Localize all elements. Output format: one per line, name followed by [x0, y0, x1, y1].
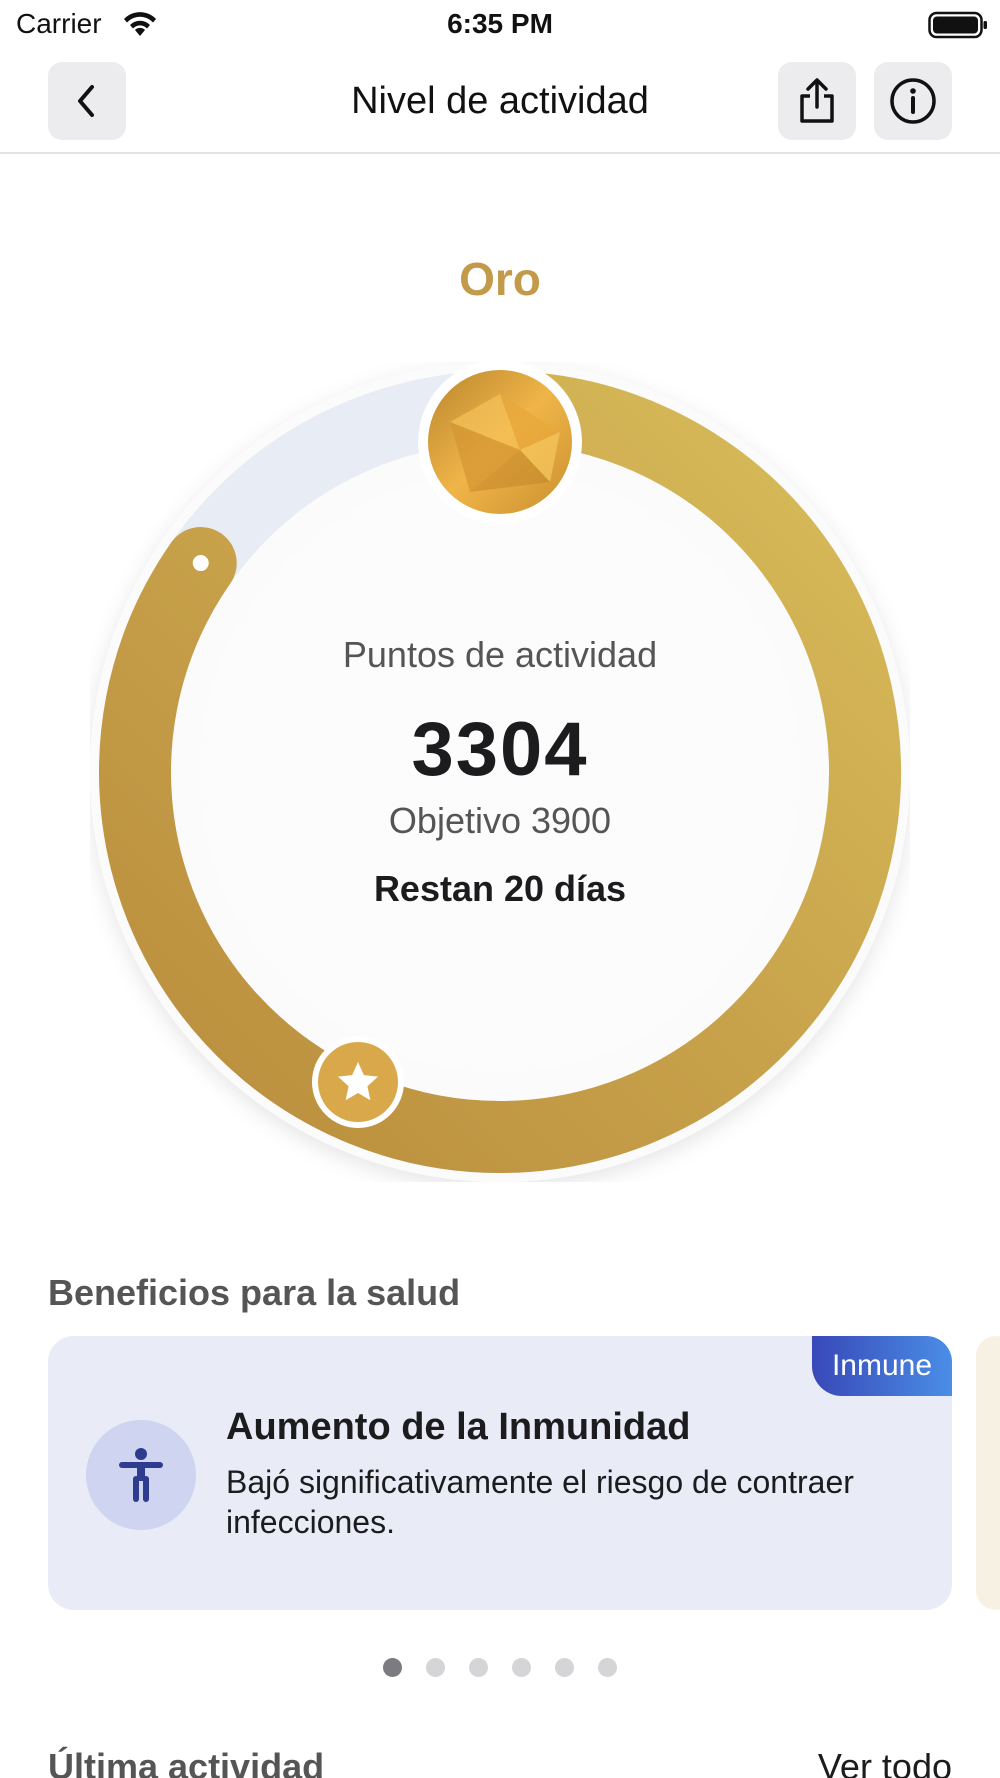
- accessibility-person-icon: [119, 1448, 163, 1502]
- benefit-description: Bajó significativamente el riesgo de con…: [226, 1464, 854, 1540]
- level-name: Oro: [459, 253, 541, 305]
- points-label: Puntos de actividad: [342, 634, 658, 675]
- pager-dot[interactable]: [598, 1658, 617, 1677]
- page-indicator[interactable]: [0, 1658, 1000, 1677]
- pager-dot[interactable]: [469, 1658, 488, 1677]
- next-benefit-card-peek[interactable]: [976, 1336, 1000, 1610]
- see-all-link[interactable]: Ver todo: [818, 1746, 952, 1778]
- benefits-section-title: Beneficios para la salud: [48, 1272, 461, 1313]
- benefit-tag: Inmune: [812, 1336, 952, 1396]
- battery-icon: [928, 11, 987, 39]
- ring-center: Puntos de actividad 3304 Objetivo 3900 R…: [90, 362, 910, 1182]
- benefit-icon-container: [86, 1420, 196, 1530]
- activity-ring: Puntos de actividad 3304 Objetivo 3900 R…: [90, 362, 910, 1182]
- nav-bar: Nivel de actividad: [0, 50, 1000, 154]
- share-button[interactable]: [778, 62, 856, 140]
- status-bar: Carrier 6:35 PM: [0, 0, 1000, 50]
- clock: 6:35 PM: [447, 8, 553, 39]
- pager-dot[interactable]: [512, 1658, 531, 1677]
- benefit-card[interactable]: Inmune Aumento de la Inmunidad Bajó sign…: [48, 1336, 952, 1610]
- days-left-label: Restan 20 días: [373, 868, 627, 909]
- info-button[interactable]: [874, 62, 952, 140]
- points-value: 3304: [411, 707, 589, 792]
- info-icon: [890, 78, 936, 124]
- benefit-title: Aumento de la Inmunidad: [226, 1406, 691, 1448]
- share-icon: [800, 78, 834, 123]
- pager-dot[interactable]: [555, 1658, 574, 1677]
- last-activity-title: Última actividad: [48, 1746, 325, 1778]
- pager-dot[interactable]: [426, 1658, 445, 1677]
- goal-label: Objetivo 3900: [388, 800, 612, 841]
- pager-dot[interactable]: [383, 1658, 402, 1677]
